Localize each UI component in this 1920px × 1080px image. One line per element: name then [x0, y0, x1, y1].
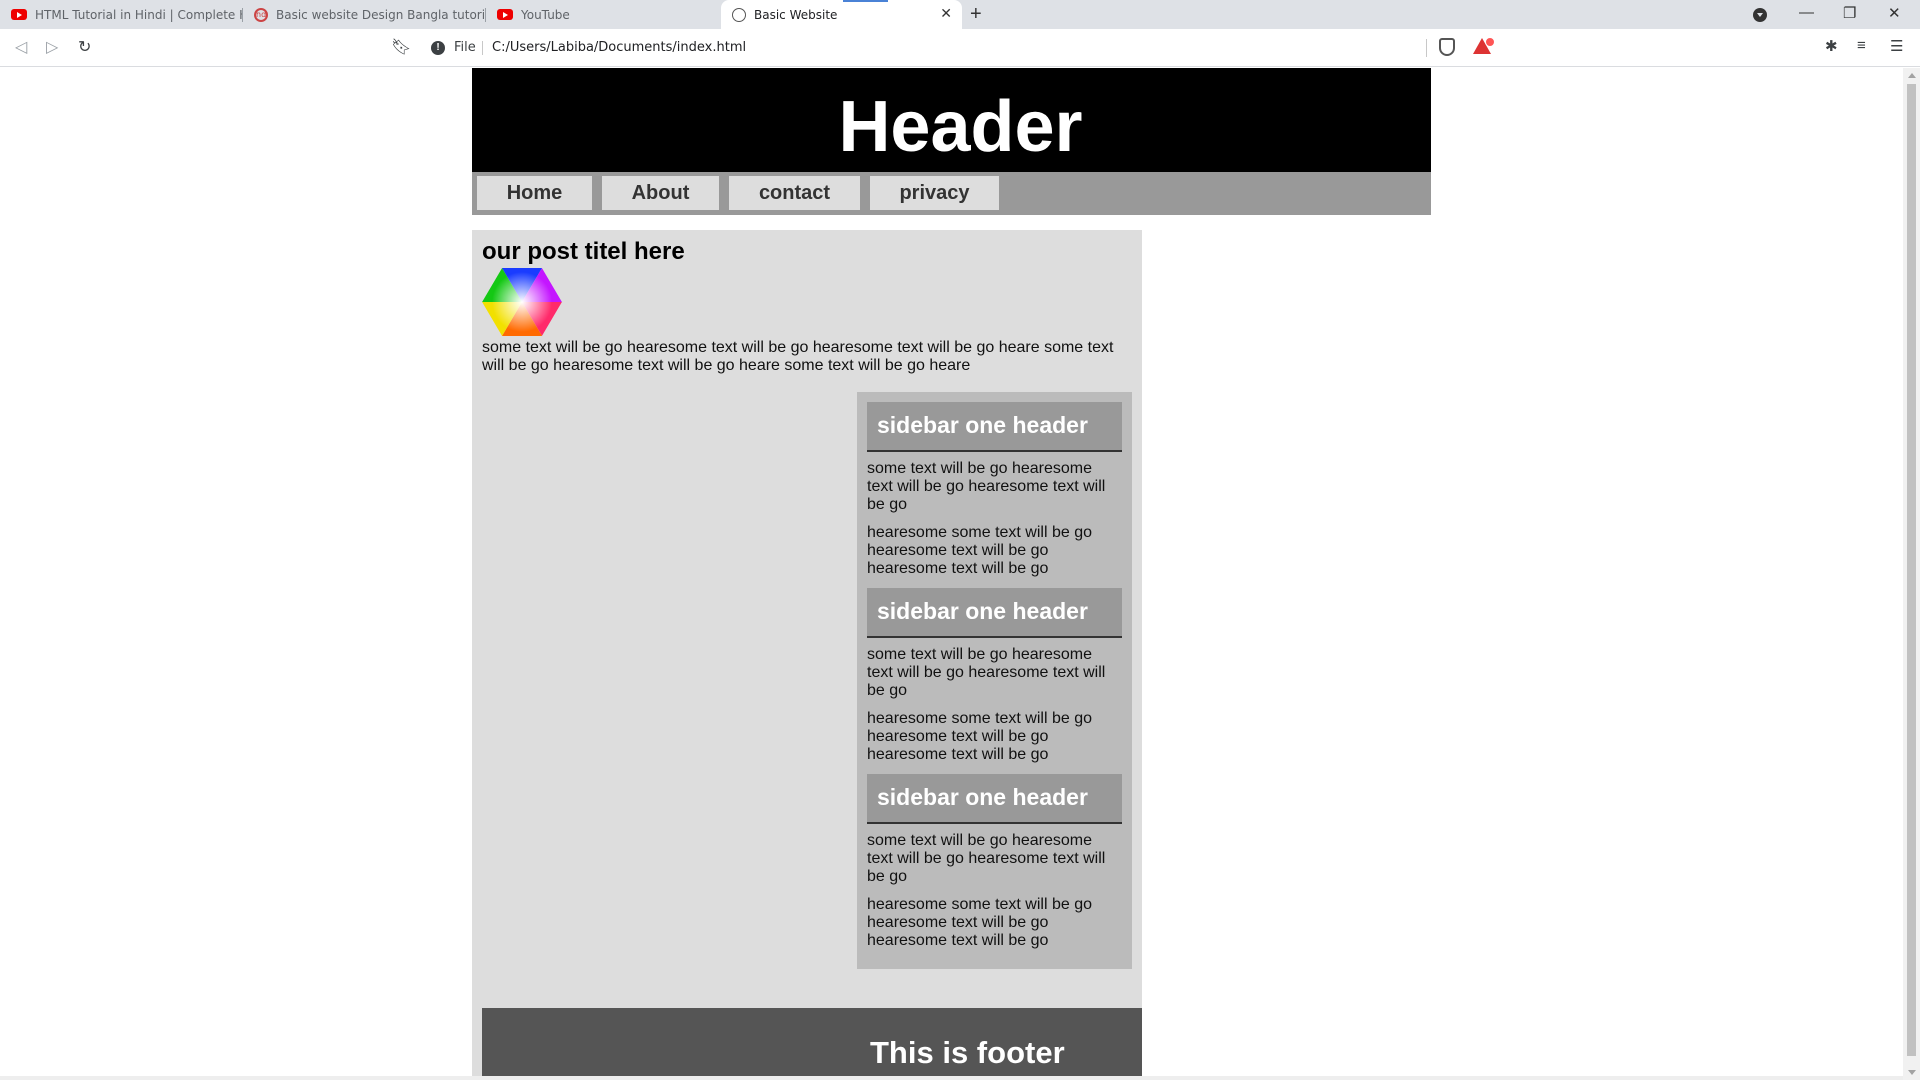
- tab-loading-indicator: [843, 0, 888, 2]
- footer-text: This is footer: [870, 1035, 1065, 1070]
- minimize-icon[interactable]: —: [1799, 4, 1814, 21]
- main-content: our post titel here some text will be go…: [472, 230, 1142, 1080]
- tab-title: Basic website Design Bangla tutorial (: [276, 7, 486, 22]
- color-wheel-image: [482, 268, 562, 336]
- info-icon[interactable]: !: [431, 41, 445, 55]
- tab-search-icon[interactable]: [1753, 8, 1767, 22]
- address-bar[interactable]: ! File C:/Users/Labiba/Documents/index.h…: [420, 34, 1427, 62]
- bottom-edge: [0, 1076, 1903, 1080]
- sidebar-widget: sidebar one header some text will be go …: [867, 402, 1122, 578]
- page-scrollbar[interactable]: [1903, 68, 1920, 1080]
- new-tab-button[interactable]: +: [970, 3, 982, 26]
- brave-shields-icon[interactable]: [1439, 38, 1455, 56]
- scroll-down-icon[interactable]: [1908, 1070, 1916, 1075]
- site-top: Header Home About contact privacy: [472, 68, 1431, 215]
- sidebar: sidebar one header some text will be go …: [857, 392, 1132, 969]
- extensions-icon[interactable]: ✱: [1825, 37, 1838, 55]
- site-footer: This is footer: [482, 1008, 1142, 1080]
- tab-title: Basic Website: [754, 7, 838, 22]
- browser-toolbar: ◁ ▷ ↻ 🔖︎ ! File C:/Users/Labiba/Document…: [0, 29, 1920, 67]
- sidebar-header: sidebar one header: [867, 588, 1122, 638]
- youtube-icon: [497, 9, 513, 20]
- nav-privacy-link[interactable]: privacy: [870, 176, 999, 210]
- address-end-divider: [1426, 39, 1427, 57]
- tab-title: HTML Tutorial in Hindi | Complete HTML: [35, 7, 243, 22]
- close-tab-icon[interactable]: ✕: [940, 6, 952, 22]
- site-favicon-icon: hd: [254, 7, 268, 22]
- sidebar-widget: sidebar one header some text will be go …: [867, 774, 1122, 950]
- restore-icon[interactable]: ❐: [1843, 4, 1856, 22]
- tab-youtube[interactable]: YouTube: [486, 0, 721, 29]
- tab-html-tutorial[interactable]: HTML Tutorial in Hindi | Complete HTML: [0, 0, 243, 29]
- tab-basic-website-design[interactable]: hd Basic website Design Bangla tutorial …: [243, 0, 486, 29]
- nav-about-link[interactable]: About: [602, 176, 719, 210]
- bookmark-icon[interactable]: 🔖︎: [391, 37, 411, 57]
- site-header-title: Header: [838, 87, 1083, 167]
- post-body: some text will be go hearesome text will…: [482, 339, 1114, 374]
- forward-icon[interactable]: ▷: [46, 37, 58, 57]
- url-text[interactable]: C:/Users/Labiba/Documents/index.html: [492, 40, 746, 55]
- notification-badge: [1485, 37, 1495, 47]
- reload-icon[interactable]: ↻: [78, 37, 91, 57]
- sidebar-text: hearesome some text will be go hearesome…: [867, 710, 1092, 763]
- scroll-thumb[interactable]: [1907, 84, 1916, 1056]
- scheme-label: File: [454, 40, 476, 55]
- menu-icon[interactable]: ☰: [1890, 37, 1903, 55]
- sidebar-text: hearesome some text will be go hearesome…: [867, 524, 1092, 577]
- tab-basic-website[interactable]: Basic Website ✕: [721, 0, 962, 29]
- post: our post titel here some text will be go…: [482, 238, 1132, 375]
- address-divider: [482, 41, 483, 55]
- page-viewport: Header Home About contact privacy our po…: [0, 68, 1903, 1080]
- window-close-icon[interactable]: ✕: [1888, 4, 1901, 22]
- site-nav: Home About contact privacy: [472, 172, 1431, 215]
- sidebar-widget: sidebar one header some text will be go …: [867, 588, 1122, 764]
- site-header: Header: [472, 68, 1431, 172]
- tab-strip: HTML Tutorial in Hindi | Complete HTML h…: [0, 0, 1920, 29]
- media-queue-icon[interactable]: ≡: [1857, 37, 1866, 54]
- sidebar-text: some text will be go hearesome text will…: [867, 646, 1106, 699]
- tab-title: YouTube: [521, 7, 570, 22]
- back-icon[interactable]: ◁: [15, 37, 27, 57]
- sidebar-header: sidebar one header: [867, 402, 1122, 452]
- sidebar-text: hearesome some text will be go hearesome…: [867, 896, 1092, 949]
- globe-icon: [732, 7, 746, 22]
- scroll-up-icon[interactable]: [1908, 73, 1916, 78]
- nav-contact-link[interactable]: contact: [729, 176, 860, 210]
- sidebar-text: some text will be go hearesome text will…: [867, 460, 1106, 513]
- nav-home-link[interactable]: Home: [477, 176, 592, 210]
- post-title: our post titel here: [482, 238, 685, 265]
- sidebar-text: some text will be go hearesome text will…: [867, 832, 1106, 885]
- sidebar-header: sidebar one header: [867, 774, 1122, 824]
- youtube-icon: [11, 9, 27, 20]
